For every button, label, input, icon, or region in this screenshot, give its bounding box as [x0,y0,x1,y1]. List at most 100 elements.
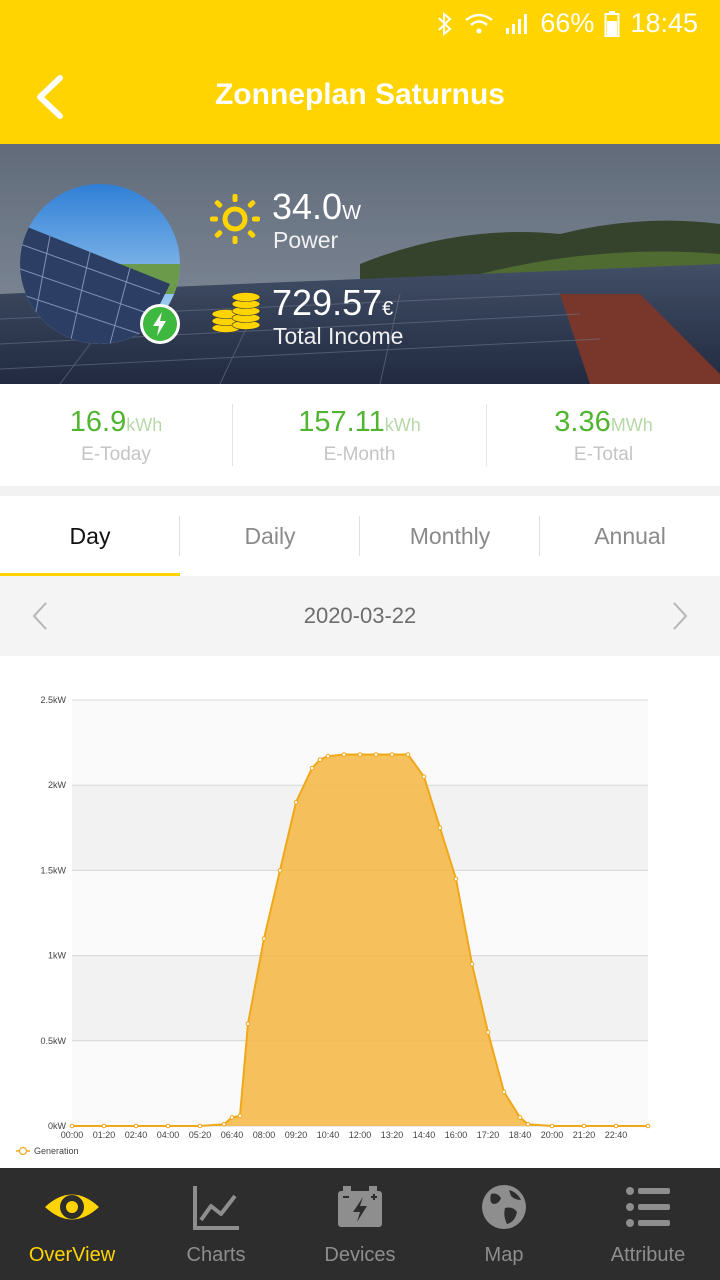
x-tick-label: 05:20 [189,1130,212,1140]
nav-charts[interactable]: Charts [144,1168,288,1280]
nav-map[interactable]: Map [432,1168,576,1280]
data-point [309,765,315,771]
eye-icon [45,1194,99,1220]
data-point [613,1123,619,1129]
nav-devices[interactable]: Devices [288,1168,432,1280]
x-tick-label: 22:40 [605,1130,628,1140]
x-tick-label: 20:00 [541,1130,564,1140]
power-label: Power [273,227,339,253]
legend-label: Generation [34,1146,79,1156]
tab-day[interactable]: Day [0,496,180,576]
energy-stats: 16.9kWh E-Today 157.11kWh E-Month 3.36MW… [0,384,720,486]
stat-e-total-label: E-Total [573,444,634,465]
stat-e-month-label: E-Month [323,444,396,465]
stat-e-total-value: 3.36MWh [554,406,653,438]
stat-e-month: 157.11kWh E-Month [233,384,486,486]
page-title: Zonneplan Saturnus [214,78,505,111]
x-tick-label: 21:20 [573,1130,596,1140]
nav-overview[interactable]: OverView [0,1168,144,1280]
y-tick-label: 0.5kW [40,1036,66,1046]
x-tick-label: 04:00 [157,1130,180,1140]
wifi-icon [465,13,494,33]
tab-annual[interactable]: Annual [540,496,720,576]
data-point [525,1121,531,1127]
data-point [501,1089,507,1095]
x-tick-label: 12:00 [349,1130,372,1140]
data-point [245,1021,251,1027]
data-point [421,774,427,779]
x-tick-label: 16:00 [445,1130,468,1140]
data-point [405,752,411,757]
tab-divider [539,516,540,556]
data-point [581,1123,587,1129]
battery-percent: 66% [540,8,595,38]
x-tick-label: 02:40 [125,1130,148,1140]
data-point [69,1123,75,1129]
x-tick-label: 18:40 [509,1130,532,1140]
data-point [261,936,267,941]
x-tick-label: 00:00 [61,1130,84,1140]
selected-date[interactable]: 2020-03-22 [0,603,720,629]
globe-icon [482,1185,526,1229]
power-unit: W [342,202,361,224]
tab-monthly[interactable]: Monthly [360,496,540,576]
status-bar: 66% 18:45 [0,0,720,48]
data-point [357,752,363,757]
lightning-icon [153,312,166,336]
x-tick-label: 06:40 [221,1130,244,1140]
list-icon [626,1187,670,1227]
stat-e-today-label: E-Today [81,444,151,465]
bottom-nav: OverView Charts Devices Map Attribute [0,1168,720,1280]
x-tick-label: 09:20 [285,1130,308,1140]
y-tick-label: 1.5kW [40,865,66,875]
top-bar: 66% 18:45 Zonneplan Saturnus [0,0,720,144]
stat-e-month-unit: kWh [384,415,421,435]
data-point [293,799,299,805]
app-root: 66% 18:45 Zonneplan Saturnus 34.0W Power… [0,0,720,1280]
nav-attribute[interactable]: Attribute [576,1168,720,1280]
power-value: 34.0W [272,186,361,227]
data-point [317,757,323,762]
data-point [277,868,283,873]
data-point [373,752,379,757]
chevron-right-icon[interactable] [664,600,694,632]
data-point [341,752,347,757]
data-point [325,753,331,759]
data-point [485,1029,491,1035]
date-selector: 2020-03-22 [0,576,720,656]
stat-e-total-unit: MWh [610,415,653,435]
y-tick-label: 2kW [48,780,67,790]
tab-daily[interactable]: Daily [180,496,360,576]
data-point [517,1115,523,1120]
coins-icon [211,292,261,333]
data-point [437,825,443,831]
battery-icon [604,10,620,37]
generation-chart-svg: 0kW0.5kW1kW1.5kW2kW2.5kW00:00 01:20 02:40 0… [16,695,651,1156]
bluetooth-icon [438,11,452,36]
data-point [389,752,395,757]
legend-swatch-marker [18,1146,28,1156]
data-point [453,876,459,882]
income-value: 729.57€ [272,282,394,323]
sun-icon [210,194,260,244]
nav-map-label: Map [484,1244,524,1266]
generation-chart: 0kW 0.5kW 1kW 1.5kW 2kW 2.5kW 00:00 01:20 02:40 0… [0,656,720,1168]
data-point [221,1121,227,1127]
data-point [101,1123,107,1129]
battery-device-icon [338,1186,382,1227]
clock: 18:45 [630,8,698,38]
nav-attribute-label: Attribute [610,1244,686,1266]
y-tick-label: 1kW [48,951,67,961]
data-point [165,1123,171,1129]
signal-icon [506,13,528,34]
data-point [229,1115,235,1120]
period-tabs: Day Daily Monthly Annual [0,496,720,576]
tab-divider [179,516,180,556]
data-point [549,1123,555,1129]
income-label: Total Income [273,323,404,349]
x-tick-label: 13:20 [381,1130,404,1140]
x-tick-label: 01:20 [93,1130,116,1140]
status-icons: 66% 18:45 [436,8,698,39]
data-point [645,1123,651,1129]
nav-devices-label: Devices [324,1244,396,1266]
